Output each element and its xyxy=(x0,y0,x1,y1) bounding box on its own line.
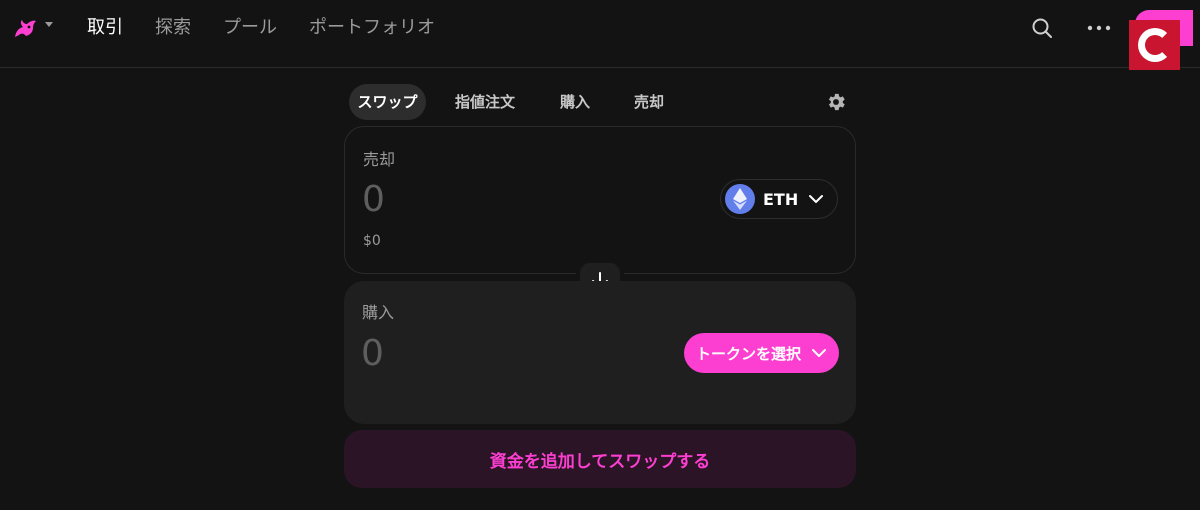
sell-usd-value: $0 xyxy=(363,233,381,249)
chevron-down-icon xyxy=(812,349,826,357)
eth-logo-icon xyxy=(725,184,755,214)
chevron-down-icon[interactable] xyxy=(45,22,53,27)
nav-item-portfolio[interactable]: ポートフォリオ xyxy=(309,15,435,41)
add-funds-swap-button[interactable]: 資金を追加してスワップする xyxy=(344,430,856,488)
top-navigation-bar: 取引 探索 プール ポートフォリオ xyxy=(0,0,1200,68)
sell-token-symbol: ETH xyxy=(763,189,799,209)
nav-item-explore[interactable]: 探索 xyxy=(155,15,191,41)
main-nav: 取引 探索 プール ポートフォリオ xyxy=(87,15,467,41)
select-token-label: トークンを選択 xyxy=(695,344,801,363)
tab-sell[interactable]: 売却 xyxy=(623,84,675,120)
buy-label: 購入 xyxy=(362,303,395,322)
c-logo-badge xyxy=(1129,20,1180,70)
gear-icon[interactable] xyxy=(825,91,847,113)
sell-panel: 売却 $0 ETH xyxy=(344,126,856,274)
buy-panel: 購入 トークンを選択 xyxy=(344,281,856,424)
search-icon[interactable] xyxy=(1030,16,1054,40)
tab-swap[interactable]: スワップ xyxy=(349,84,426,120)
select-token-button[interactable]: トークンを選択 xyxy=(684,333,839,373)
nav-item-trade[interactable]: 取引 xyxy=(87,15,123,41)
more-icon[interactable] xyxy=(1087,16,1111,40)
tab-limit-order[interactable]: 指値注文 xyxy=(444,84,526,120)
sell-label: 売却 xyxy=(363,150,396,169)
sell-token-selector[interactable]: ETH xyxy=(720,179,838,219)
tab-buy[interactable]: 購入 xyxy=(549,84,601,120)
nav-item-pool[interactable]: プール xyxy=(223,15,277,41)
swap-tabs: スワップ 指値注文 購入 売却 xyxy=(349,84,856,120)
chevron-down-icon xyxy=(809,195,824,203)
sell-amount-input[interactable] xyxy=(362,177,662,221)
buy-amount-input[interactable] xyxy=(361,331,661,375)
unicorn-logo-icon[interactable] xyxy=(12,16,40,40)
